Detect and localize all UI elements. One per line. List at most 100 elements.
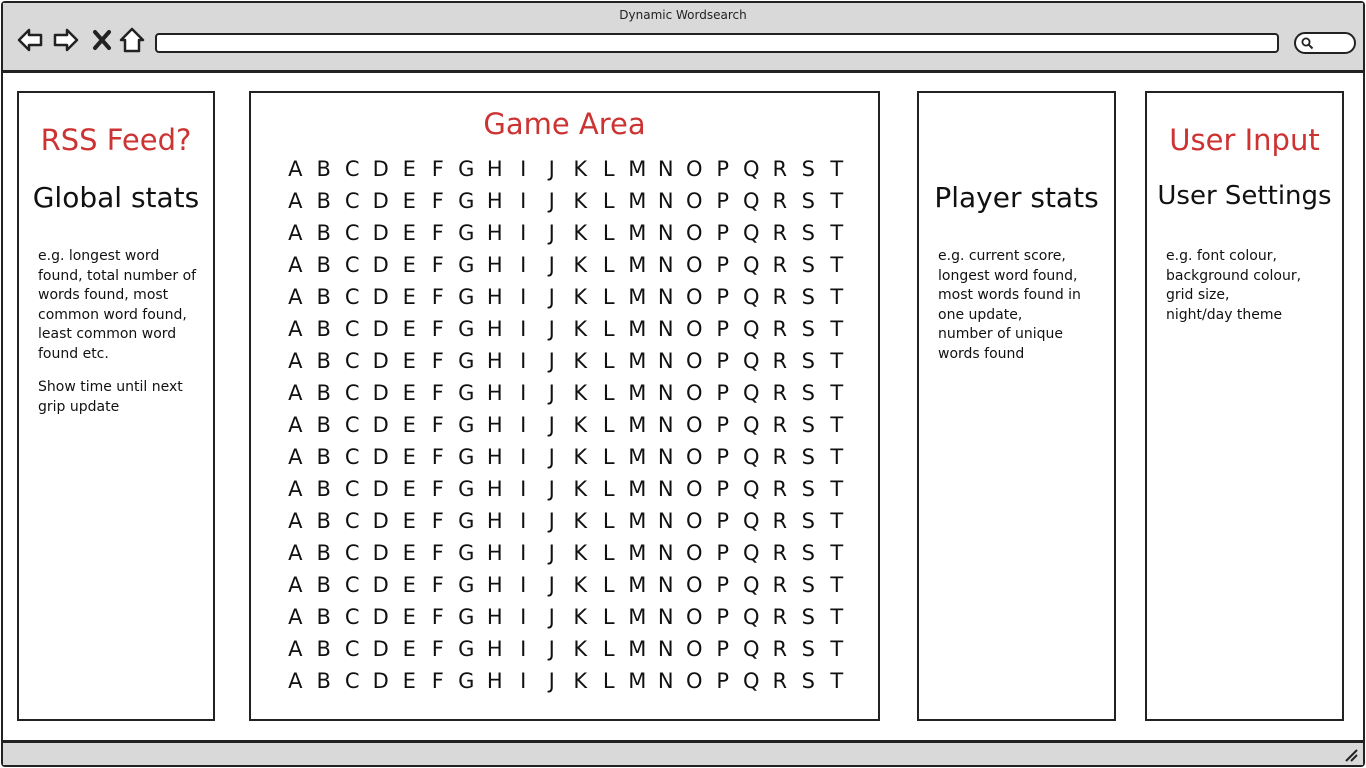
grid-letter[interactable]: I <box>509 509 538 533</box>
stop-button[interactable] <box>87 25 117 55</box>
grid-letter[interactable]: B <box>310 477 339 501</box>
grid-letter[interactable]: L <box>595 285 624 309</box>
grid-letter[interactable]: R <box>766 221 795 245</box>
grid-letter[interactable]: B <box>310 189 339 213</box>
grid-letter[interactable]: P <box>709 317 738 341</box>
grid-letter[interactable]: O <box>680 221 709 245</box>
grid-letter[interactable]: K <box>566 477 595 501</box>
grid-letter[interactable]: C <box>338 541 367 565</box>
grid-letter[interactable]: J <box>538 349 567 373</box>
grid-letter[interactable]: O <box>680 509 709 533</box>
grid-letter[interactable]: G <box>452 413 481 437</box>
grid-letter[interactable]: D <box>367 381 396 405</box>
grid-letter[interactable]: P <box>709 573 738 597</box>
grid-letter[interactable]: G <box>452 285 481 309</box>
grid-letter[interactable]: I <box>509 285 538 309</box>
grid-letter[interactable]: H <box>481 573 510 597</box>
grid-letter[interactable]: E <box>395 253 424 277</box>
grid-letter[interactable]: L <box>595 541 624 565</box>
grid-letter[interactable]: T <box>823 285 852 309</box>
grid-letter[interactable]: D <box>367 637 396 661</box>
grid-letter[interactable]: R <box>766 253 795 277</box>
grid-letter[interactable]: H <box>481 605 510 629</box>
grid-letter[interactable]: R <box>766 285 795 309</box>
grid-letter[interactable]: T <box>823 221 852 245</box>
grid-letter[interactable]: T <box>823 541 852 565</box>
grid-letter[interactable]: L <box>595 509 624 533</box>
grid-letter[interactable]: I <box>509 477 538 501</box>
grid-letter[interactable]: A <box>281 605 310 629</box>
grid-letter[interactable]: I <box>509 605 538 629</box>
grid-letter[interactable]: G <box>452 637 481 661</box>
grid-letter[interactable]: I <box>509 221 538 245</box>
grid-letter[interactable]: E <box>395 317 424 341</box>
grid-letter[interactable]: E <box>395 477 424 501</box>
grid-letter[interactable]: Q <box>737 253 766 277</box>
grid-letter[interactable]: H <box>481 253 510 277</box>
grid-letter[interactable]: M <box>623 253 652 277</box>
grid-letter[interactable]: I <box>509 573 538 597</box>
grid-letter[interactable]: A <box>281 509 310 533</box>
grid-letter[interactable]: G <box>452 509 481 533</box>
grid-letter[interactable]: H <box>481 477 510 501</box>
grid-letter[interactable]: D <box>367 573 396 597</box>
grid-letter[interactable]: L <box>595 637 624 661</box>
grid-letter[interactable]: C <box>338 381 367 405</box>
grid-letter[interactable]: C <box>338 445 367 469</box>
grid-letter[interactable]: N <box>652 605 681 629</box>
grid-letter[interactable]: O <box>680 637 709 661</box>
grid-letter[interactable]: F <box>424 253 453 277</box>
grid-letter[interactable]: Q <box>737 317 766 341</box>
grid-letter[interactable]: K <box>566 445 595 469</box>
grid-letter[interactable]: D <box>367 669 396 693</box>
grid-letter[interactable]: D <box>367 541 396 565</box>
grid-letter[interactable]: O <box>680 189 709 213</box>
grid-letter[interactable]: I <box>509 349 538 373</box>
grid-letter[interactable]: I <box>509 541 538 565</box>
grid-letter[interactable]: R <box>766 573 795 597</box>
grid-letter[interactable]: H <box>481 669 510 693</box>
grid-letter[interactable]: I <box>509 445 538 469</box>
grid-letter[interactable]: R <box>766 349 795 373</box>
grid-letter[interactable]: I <box>509 413 538 437</box>
grid-letter[interactable]: N <box>652 573 681 597</box>
grid-letter[interactable]: S <box>794 605 823 629</box>
grid-letter[interactable]: I <box>509 637 538 661</box>
grid-letter[interactable]: O <box>680 541 709 565</box>
grid-letter[interactable]: P <box>709 285 738 309</box>
grid-letter[interactable]: C <box>338 509 367 533</box>
grid-letter[interactable]: M <box>623 573 652 597</box>
grid-letter[interactable]: S <box>794 477 823 501</box>
grid-letter[interactable]: O <box>680 349 709 373</box>
grid-letter[interactable]: J <box>538 669 567 693</box>
grid-letter[interactable]: P <box>709 477 738 501</box>
grid-letter[interactable]: M <box>623 157 652 181</box>
grid-letter[interactable]: T <box>823 413 852 437</box>
grid-letter[interactable]: N <box>652 413 681 437</box>
grid-letter[interactable]: F <box>424 413 453 437</box>
grid-letter[interactable]: E <box>395 445 424 469</box>
grid-letter[interactable]: M <box>623 605 652 629</box>
grid-letter[interactable]: Q <box>737 477 766 501</box>
grid-letter[interactable]: S <box>794 637 823 661</box>
grid-letter[interactable]: G <box>452 573 481 597</box>
grid-letter[interactable]: M <box>623 221 652 245</box>
grid-letter[interactable]: M <box>623 381 652 405</box>
grid-letter[interactable]: N <box>652 669 681 693</box>
grid-letter[interactable]: T <box>823 637 852 661</box>
grid-letter[interactable]: Q <box>737 349 766 373</box>
grid-letter[interactable]: P <box>709 605 738 629</box>
grid-letter[interactable]: C <box>338 253 367 277</box>
grid-letter[interactable]: O <box>680 413 709 437</box>
grid-letter[interactable]: E <box>395 541 424 565</box>
grid-letter[interactable]: N <box>652 509 681 533</box>
grid-letter[interactable]: N <box>652 221 681 245</box>
grid-letter[interactable]: P <box>709 157 738 181</box>
grid-letter[interactable]: M <box>623 669 652 693</box>
grid-letter[interactable]: H <box>481 381 510 405</box>
grid-letter[interactable]: Q <box>737 573 766 597</box>
grid-letter[interactable]: D <box>367 253 396 277</box>
grid-letter[interactable]: R <box>766 669 795 693</box>
grid-letter[interactable]: A <box>281 317 310 341</box>
grid-letter[interactable]: Q <box>737 221 766 245</box>
